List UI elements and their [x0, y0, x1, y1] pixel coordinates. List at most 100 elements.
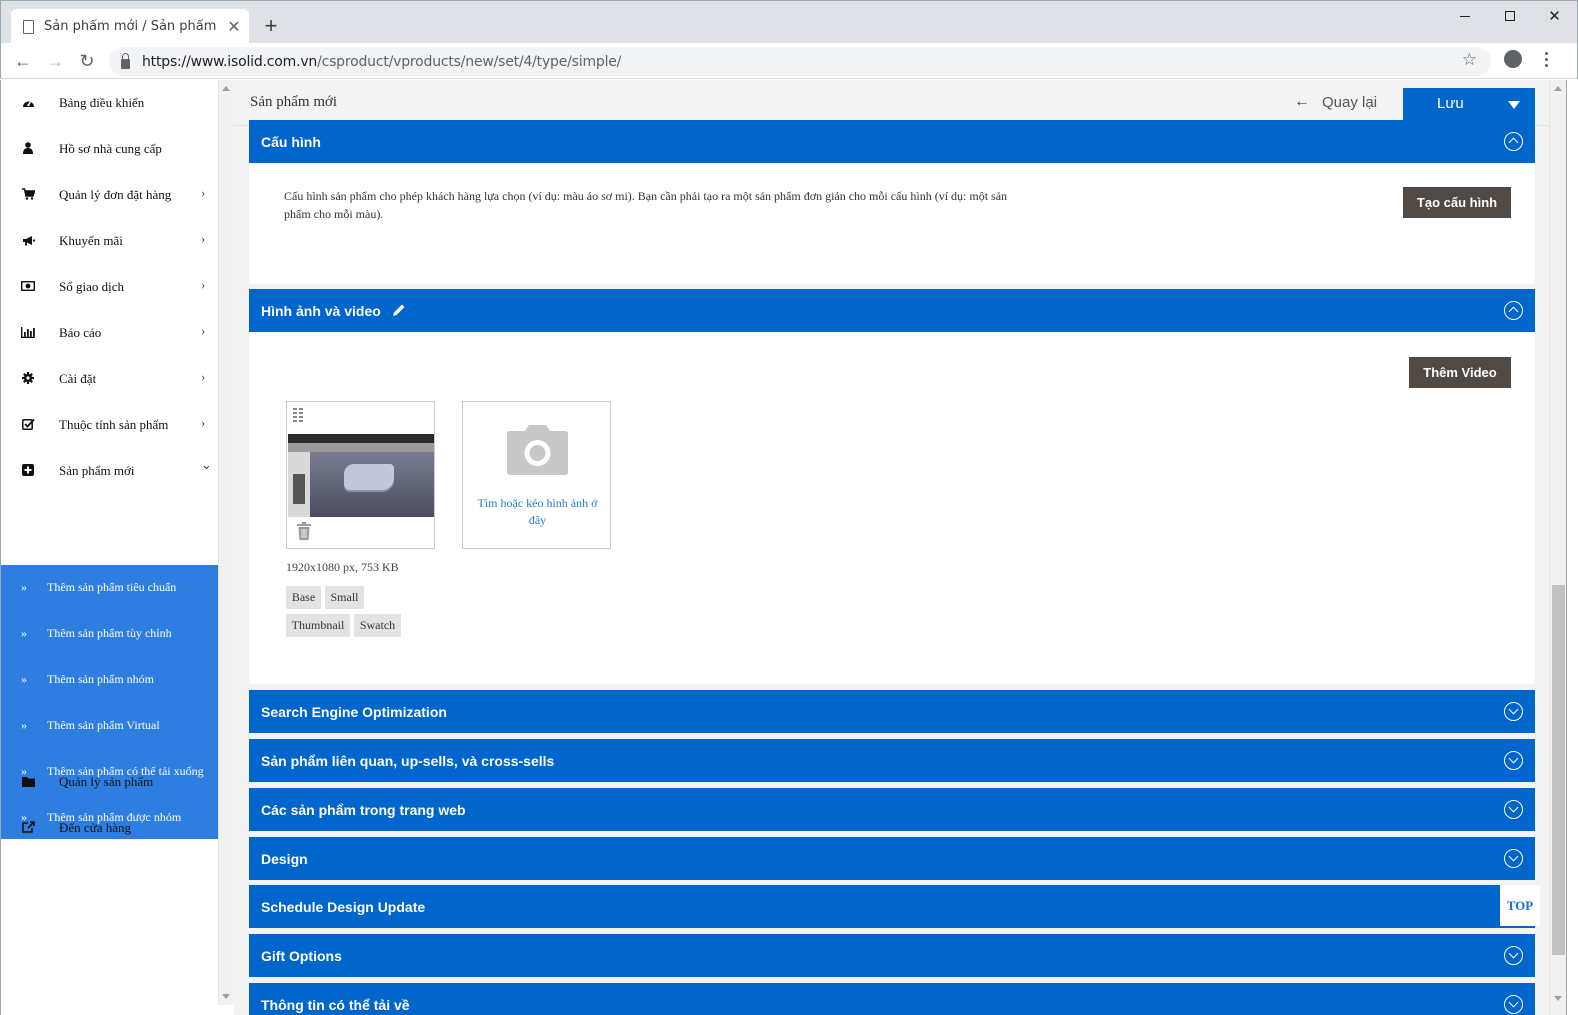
expand-icon[interactable] [1504, 849, 1523, 868]
section-title: Search Engine Optimization [261, 704, 447, 720]
collapse-icon[interactable] [1504, 132, 1523, 151]
forward-arrow-icon[interactable]: → [43, 49, 67, 73]
sidebar-item-label: Cài đặt [59, 371, 97, 386]
scroll-up-icon[interactable] [222, 86, 230, 91]
product-image-card[interactable] [286, 401, 435, 549]
sidebar-scrollbar[interactable] [218, 80, 234, 1005]
image-role-tag[interactable]: Swatch [354, 614, 401, 637]
sidebar: Bảng điều khiển Hồ sơ nhà cung cấp Quản … [0, 80, 234, 1015]
section-schedule-design-header[interactable]: Schedule Design Update [249, 885, 1535, 928]
sidebar-item-label: Thuộc tính sản phẩm [59, 417, 169, 432]
browser-menu-icon[interactable] [1545, 52, 1549, 67]
sidebar-item-transactions[interactable]: Sổ giao dịch › [1, 264, 218, 310]
caret-down-icon[interactable] [1508, 101, 1520, 109]
image-role-tag[interactable]: Small [325, 586, 364, 609]
sidebar-item-promotions[interactable]: Khuyến mãi › [1, 218, 218, 264]
camera-icon [507, 425, 568, 475]
reload-icon[interactable]: ↻ [75, 49, 99, 73]
main-content: Sản phẩm mới ← Quay lại Lưu Cấu hình Cấu… [234, 80, 1549, 1015]
image-role-tag[interactable]: Base [286, 586, 321, 609]
sidebar-item-reports[interactable]: Báo cáo › [1, 310, 218, 356]
scroll-down-icon[interactable] [222, 994, 230, 999]
submenu-item-label: Thêm sản phẩm Virtual [47, 718, 160, 732]
folder-icon [21, 774, 35, 788]
section-design-header[interactable]: Design [249, 837, 1535, 880]
save-button-label: Lưu [1437, 95, 1464, 112]
trash-icon[interactable] [297, 522, 311, 540]
back-button[interactable]: ← Quay lại [1294, 93, 1377, 111]
image-upload-dropzone[interactable]: Tìm hoặc kéo hình ảnh ở đây [462, 401, 611, 549]
chevron-right-icon: › [201, 369, 206, 384]
sidebar-item-settings[interactable]: Cài đặt › [1, 356, 218, 402]
expand-icon[interactable] [1504, 946, 1523, 965]
section-downloadable-header[interactable]: Thông tin có thể tải về [249, 983, 1535, 1015]
submenu-item-label: Thêm sản phẩm nhóm [47, 672, 154, 686]
close-window-icon[interactable]: ✕ [1532, 1, 1577, 31]
arrow-left-icon: ← [1294, 93, 1310, 110]
document-icon [23, 19, 34, 34]
gear-icon [21, 371, 35, 385]
scroll-up-icon[interactable] [1554, 86, 1562, 91]
submenu-item-standard[interactable]: » Thêm sản phẩm tiêu chuẩn [1, 565, 218, 611]
submenu-item-bundle[interactable]: » Thêm sản phẩm nhóm [1, 657, 218, 703]
double-chevron-icon: » [21, 718, 27, 732]
user-icon [21, 141, 35, 155]
sidebar-item-new-product[interactable]: Sản phẩm mới ⌄ [1, 448, 218, 494]
profile-avatar-icon[interactable] [1504, 50, 1522, 68]
minimize-icon[interactable] [1442, 1, 1487, 31]
section-title: Schedule Design Update [261, 899, 426, 915]
pencil-icon[interactable] [392, 303, 406, 317]
add-video-button[interactable]: Thêm Video [1409, 357, 1511, 388]
window-controls: ✕ [1442, 1, 1577, 31]
section-title: Gift Options [261, 948, 342, 964]
scrollbar-thumb[interactable] [1552, 585, 1565, 955]
chevron-right-icon: › [201, 231, 206, 246]
sidebar-item-product-attributes[interactable]: Thuộc tính sản phẩm › [1, 402, 218, 448]
section-related-products-header[interactable]: Sản phẩm liên quan, up-sells, và cross-s… [249, 739, 1535, 782]
close-tab-icon[interactable]: ✕ [219, 17, 249, 37]
url-input[interactable]: https://www.isolid.com.vn/csproduct/vpro… [109, 47, 1491, 76]
plus-square-icon [21, 463, 35, 477]
bookmark-star-icon[interactable]: ☆ [1462, 50, 1477, 70]
sidebar-item-go-to-store[interactable]: Đến cửa hàng [1, 805, 218, 851]
double-chevron-icon: » [21, 580, 27, 594]
browser-tab[interactable]: Sản phẩm mới / Sản phẩm / ✕ [11, 9, 249, 44]
sidebar-item-label: Quản lý sản phẩm [59, 774, 154, 789]
image-role-tag[interactable]: Thumbnail [286, 614, 350, 637]
submenu-item-configurable[interactable]: » Thêm sản phẩm tùy chỉnh [1, 611, 218, 657]
sidebar-item-label: Sổ giao dịch [59, 279, 124, 294]
maximize-icon[interactable] [1487, 1, 1532, 31]
expand-icon[interactable] [1504, 800, 1523, 819]
sidebar-item-vendor-profile[interactable]: Hồ sơ nhà cung cấp [1, 126, 218, 172]
section-media-header[interactable]: Hình ảnh và video [249, 289, 1535, 332]
new-tab-icon[interactable]: + [259, 13, 283, 39]
scroll-down-icon[interactable] [1554, 996, 1562, 1001]
section-websites-header[interactable]: Các sản phẩm trong trang web [249, 788, 1535, 831]
expand-icon[interactable] [1504, 995, 1523, 1014]
section-title: Design [261, 851, 308, 867]
sidebar-item-label: Đến cửa hàng [59, 820, 132, 835]
sidebar-item-manage-products[interactable]: Quản lý sản phẩm [1, 759, 218, 805]
submenu-item-label: Thêm sản phẩm tiêu chuẩn [47, 580, 177, 594]
chevron-right-icon: › [201, 185, 206, 200]
save-button[interactable]: Lưu [1403, 88, 1535, 121]
drag-handle-icon[interactable] [293, 408, 303, 422]
create-configuration-button[interactable]: Tạo cấu hình [1403, 187, 1511, 218]
double-chevron-icon: » [21, 672, 27, 686]
address-bar: ← → ↻ https://www.isolid.com.vn/csproduc… [0, 43, 1578, 79]
sidebar-item-orders[interactable]: Quản lý đơn đặt hàng › [1, 172, 218, 218]
submenu-item-virtual[interactable]: » Thêm sản phẩm Virtual [1, 703, 218, 749]
collapse-icon[interactable] [1504, 301, 1523, 320]
expand-icon[interactable] [1504, 702, 1523, 721]
section-gift-options-header[interactable]: Gift Options [249, 934, 1535, 977]
upload-hint: Tìm hoặc kéo hình ảnh ở đây [477, 496, 598, 527]
sidebar-item-dashboard[interactable]: Bảng điều khiển [1, 80, 218, 126]
money-icon [21, 279, 35, 293]
back-arrow-icon[interactable]: ← [11, 49, 35, 73]
bar-chart-icon [21, 325, 35, 339]
main-scrollbar[interactable] [1549, 80, 1567, 1015]
expand-icon[interactable] [1504, 751, 1523, 770]
section-seo-header[interactable]: Search Engine Optimization [249, 690, 1535, 733]
section-config-header[interactable]: Cấu hình [249, 120, 1535, 163]
back-to-top-button[interactable]: TOP [1500, 885, 1540, 926]
